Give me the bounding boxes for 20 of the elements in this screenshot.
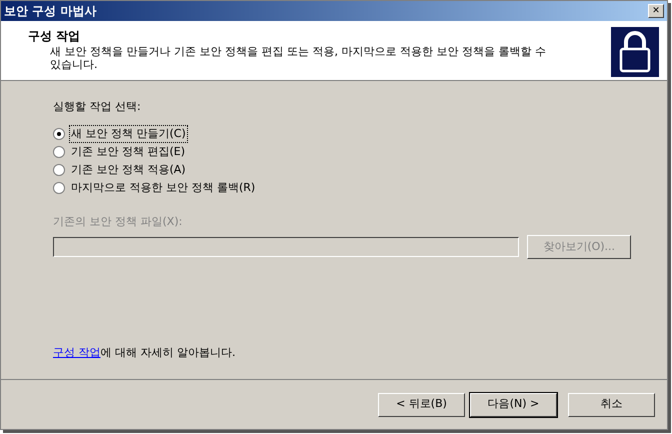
window-title: 보안 구성 마법사 (4, 3, 96, 20)
radio-button[interactable] (53, 182, 65, 194)
next-button[interactable]: 다음(N) > (470, 392, 557, 416)
radio-label[interactable]: 새 보안 정책 만들기(C) (69, 124, 188, 144)
header-description: 새 보안 정책을 만들거나 기존 보안 정책을 편집 또는 적용, 마지막으로 적용한 보안 정책을 롤백할 수 있습니다. (49, 45, 547, 71)
help-link[interactable]: 구성 작업 (53, 346, 100, 359)
header-title: 구성 작업 (28, 28, 82, 45)
field-label: 기존의 보안 정책 파일(X): (53, 214, 184, 230)
lock-icon (611, 27, 659, 77)
radio-button[interactable] (53, 146, 65, 158)
back-button[interactable]: < 뒤로(B) (378, 392, 465, 416)
radio-label[interactable]: 기존 보안 정책 적용(A) (69, 162, 188, 178)
group-label: 실행할 작업 선택: (53, 99, 142, 115)
close-button[interactable]: ✕ (648, 4, 664, 18)
radio-button[interactable] (53, 164, 65, 176)
cancel-button[interactable]: 취소 (568, 392, 655, 416)
help-sentence: 구성 작업에 대해 자세히 알아봅니다. (53, 345, 236, 361)
radio-label[interactable]: 마지막으로 적용한 보안 정책 롤백(R) (69, 180, 258, 196)
radio-label[interactable]: 기존 보안 정책 편집(E) (69, 144, 188, 160)
radio-button[interactable] (53, 128, 65, 140)
